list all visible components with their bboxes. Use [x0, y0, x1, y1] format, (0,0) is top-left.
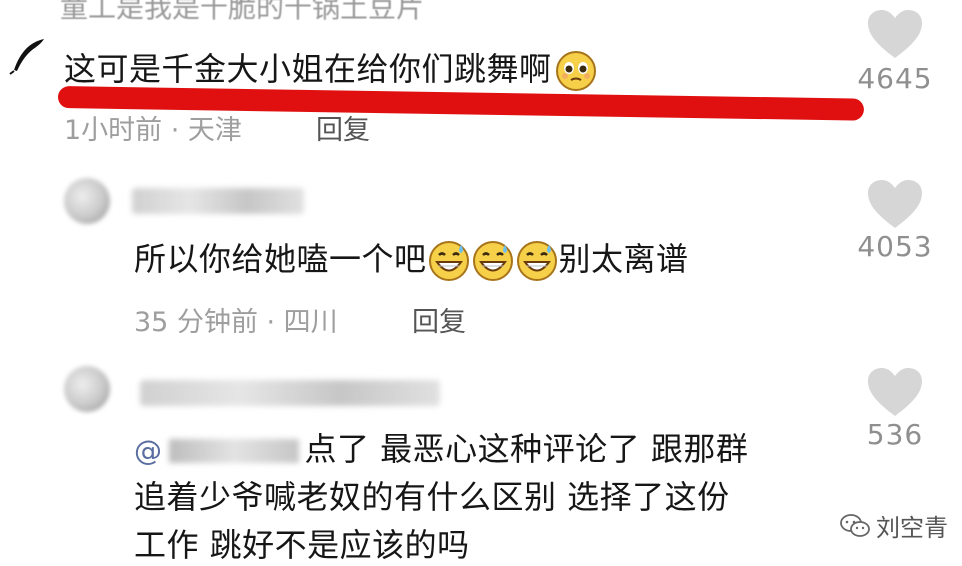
comment-3-line-3: 工作 跳好不是应该的吗 [134, 526, 470, 564]
comment-1-meta: 1小时前 · 天津 [64, 115, 242, 146]
comment-2-like-count: 4053 [857, 230, 933, 263]
comment-2-meta: 35 分钟前 · 四川 [134, 307, 338, 338]
comment-1-reply-button[interactable]: 回复 [316, 108, 370, 147]
avatar[interactable] [64, 178, 110, 224]
avatar[interactable] [64, 366, 110, 412]
comment-2-body: 所以你给她嗑一个吧 [134, 240, 427, 278]
pleading-face-emoji-icon [555, 51, 596, 91]
comment-2-reply-button[interactable]: 回复 [412, 300, 466, 339]
comment-3-line-1: @ 点了 最恶心这种评论了 跟那群 [134, 424, 748, 470]
quill-pen-icon [9, 39, 44, 75]
like-heart-icon[interactable] [866, 8, 924, 60]
blurred-username[interactable] [132, 188, 304, 214]
comment-2-text: 所以你给她嗑一个吧 别太离谱 [134, 234, 689, 283]
like-heart-icon[interactable] [866, 366, 924, 418]
comment-3-line-2: 追着少爷喊老奴的有什么区别 选择了这份 [134, 478, 730, 516]
like-heart-icon[interactable] [866, 178, 924, 230]
grinning-sweat-emoji-icon [516, 241, 557, 281]
watermark: 刘空青 [840, 508, 948, 543]
blurred-mention[interactable] [168, 439, 299, 463]
grinning-sweat-emoji-icon [472, 241, 513, 281]
comment-3-body-line-1: 点了 最恶心这种评论了 跟那群 [304, 430, 749, 468]
comment-2-body-suffix: 别太离谱 [558, 240, 689, 278]
comment-3-like-count: 536 [866, 418, 924, 451]
comment-1-like-count: 4645 [857, 62, 933, 95]
grinning-sweat-emoji-icon [428, 241, 469, 281]
comment-1-text: 这可是千金大小姐在给你们跳舞啊 [64, 44, 598, 93]
previous-comment-fragment: 童工是我是千脆的千锅土豆片 [60, 0, 425, 24]
wechat-icon [840, 513, 870, 537]
blurred-username[interactable] [140, 380, 440, 406]
mention-at-sign[interactable]: @ [134, 434, 163, 467]
comment-1-body: 这可是千金大小姐在给你们跳舞啊 [64, 50, 552, 88]
watermark-text: 刘空青 [876, 514, 948, 542]
